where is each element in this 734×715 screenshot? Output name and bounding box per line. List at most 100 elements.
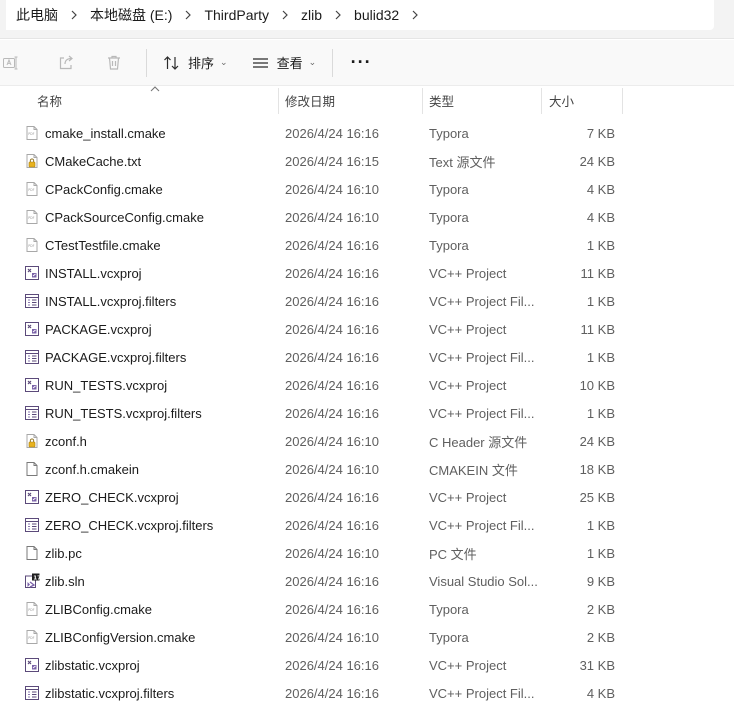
file-type: Typora: [429, 125, 469, 141]
file-name-cell[interactable]: PDF ZLIBConfig.cmake: [24, 595, 274, 623]
file-type: PC 文件: [429, 546, 477, 562]
column-header-type[interactable]: 类型: [429, 86, 539, 114]
file-name-cell[interactable]: 17 zlib.sln: [24, 567, 274, 595]
file-modified-date: 2026/4/24 16:16: [285, 237, 379, 253]
file-row[interactable]: INSTALL.vcxproj.filters 2026/4/24 16:16 VC…: [0, 287, 734, 315]
blank-file-icon: [24, 545, 40, 561]
file-name-cell[interactable]: PACKAGE.vcxproj: [24, 315, 274, 343]
filters-file-icon: [24, 405, 40, 421]
file-size: 1 KB: [586, 405, 615, 421]
file-row[interactable]: PDF CPackConfig.cmake 2026/4/24 16:10 Typor…: [0, 175, 734, 203]
chevron-right-icon[interactable]: [182, 0, 194, 30]
file-modified-date: 2026/4/24 16:16: [285, 685, 379, 701]
file-row[interactable]: INSTALL.vcxproj 2026/4/24 16:16 VC++ Proje…: [0, 259, 734, 287]
file-name-cell[interactable]: PDF ZLIBConfigVersion.cmake: [24, 623, 274, 651]
file-row[interactable]: CMakeCache.txt 2026/4/24 16:15 Text 源文件 24 …: [0, 147, 734, 175]
file-name: zconf.h: [45, 433, 87, 449]
file-type: Typora: [429, 629, 469, 645]
file-name-cell[interactable]: zlibstatic.vcxproj: [24, 651, 274, 679]
file-row[interactable]: ZERO_CHECK.vcxproj.filters 2026/4/24 16:1…: [0, 511, 734, 539]
file-row[interactable]: PDF CTestTestfile.cmake 2026/4/24 16:16 Typ…: [0, 231, 734, 259]
file-row[interactable]: RUN_TESTS.vcxproj 2026/4/24 16:16 VC++ Pro…: [0, 371, 734, 399]
file-row[interactable]: RUN_TESTS.vcxproj.filters 2026/4/24 16:16…: [0, 399, 734, 427]
file-row[interactable]: PACKAGE.vcxproj 2026/4/24 16:16 VC++ Proje…: [0, 315, 734, 343]
file-name-cell[interactable]: INSTALL.vcxproj.filters: [24, 287, 274, 315]
column-header-date[interactable]: 修改日期: [285, 86, 421, 114]
file-modified-date: 2026/4/24 16:16: [285, 517, 379, 533]
view-menu-button[interactable]: 查看 ⌄: [244, 46, 325, 80]
file-row[interactable]: zlib.pc 2026/4/24 16:10 PC 文件 1 KB: [0, 539, 734, 567]
breadcrumb-bulid32[interactable]: bulid32: [344, 0, 409, 30]
file-name-cell[interactable]: PACKAGE.vcxproj.filters: [24, 343, 274, 371]
file-modified-date: 2026/4/24 16:10: [285, 629, 379, 645]
breadcrumb-thirdparty[interactable]: ThirdParty: [194, 0, 279, 30]
file-type: VC++ Project: [429, 321, 507, 337]
file-name-cell[interactable]: RUN_TESTS.vcxproj.filters: [24, 399, 274, 427]
file-size: 10 KB: [579, 377, 615, 393]
chevron-right-icon[interactable]: [332, 0, 344, 30]
file-name-cell[interactable]: CMakeCache.txt: [24, 147, 274, 175]
column-divider[interactable]: [422, 88, 423, 114]
vertical-scrollbar[interactable]: [724, 86, 734, 715]
delete-icon[interactable]: [90, 46, 138, 80]
column-divider[interactable]: [278, 88, 279, 114]
file-name-cell[interactable]: PDF CPackConfig.cmake: [24, 175, 274, 203]
file-row[interactable]: PDF cmake_install.cmake 2026/4/24 16:16 Typ…: [0, 119, 734, 147]
file-row[interactable]: 17 zlib.sln 2026/4/24 16:16 Visual Studio S…: [0, 567, 734, 595]
sort-icon: [164, 55, 179, 70]
file-name: PACKAGE.vcxproj.filters: [45, 349, 187, 365]
file-row[interactable]: zconf.h.cmakein 2026/4/24 16:10 CMAKEIN 文件…: [0, 455, 734, 483]
rename-icon[interactable]: [0, 46, 22, 80]
file-name-cell[interactable]: PDF cmake_install.cmake: [24, 119, 274, 147]
typora-file-icon: PDF: [24, 601, 40, 617]
file-size: 18 KB: [579, 461, 615, 477]
column-header-size[interactable]: 大小: [549, 86, 619, 114]
chevron-right-icon[interactable]: [279, 0, 291, 30]
file-name-cell[interactable]: ZERO_CHECK.vcxproj.filters: [24, 511, 274, 539]
file-size: 25 KB: [579, 489, 615, 505]
file-size: 7 KB: [586, 125, 615, 141]
vcxproj-file-icon: [24, 377, 40, 393]
file-size: 4 KB: [586, 181, 615, 197]
file-type: Visual Studio Sol...: [429, 573, 537, 589]
file-row[interactable]: PDF CPackSourceConfig.cmake 2026/4/24 16:1…: [0, 203, 734, 231]
file-size: 1 KB: [586, 293, 615, 309]
breadcrumb: 此电脑 本地磁盘 (E:) ThirdParty zlib bulid32: [6, 0, 714, 30]
file-row[interactable]: PDF ZLIBConfig.cmake 2026/4/24 16:16 Typora…: [0, 595, 734, 623]
file-name-cell[interactable]: zlibstatic.vcxproj.filters: [24, 679, 274, 707]
file-name-cell[interactable]: ZERO_CHECK.vcxproj: [24, 483, 274, 511]
file-row[interactable]: zlibstatic.vcxproj 2026/4/24 16:16 VC++ Pr…: [0, 651, 734, 679]
typora-file-icon: PDF: [24, 629, 40, 645]
column-divider[interactable]: [541, 88, 542, 114]
more-options-button[interactable]: ···: [341, 46, 381, 80]
breadcrumb-zlib[interactable]: zlib: [291, 0, 332, 30]
chevron-right-icon[interactable]: [409, 0, 421, 30]
file-row[interactable]: zlibstatic.vcxproj.filters 2026/4/24 16:1…: [0, 679, 734, 707]
file-list: PDF cmake_install.cmake 2026/4/24 16:16 Typ…: [0, 119, 734, 707]
file-row[interactable]: ZERO_CHECK.vcxproj 2026/4/24 16:16 VC++ Pr…: [0, 483, 734, 511]
chevron-right-icon[interactable]: [68, 0, 80, 30]
breadcrumb-drive-e[interactable]: 本地磁盘 (E:): [80, 0, 182, 30]
file-name-cell[interactable]: zlib.pc: [24, 539, 274, 567]
file-row[interactable]: zconf.h 2026/4/24 16:10 C Header 源文件 24 KB: [0, 427, 734, 455]
column-divider[interactable]: [622, 88, 623, 114]
file-name-cell[interactable]: PDF CPackSourceConfig.cmake: [24, 203, 274, 231]
file-row[interactable]: PACKAGE.vcxproj.filters 2026/4/24 16:16 VC…: [0, 343, 734, 371]
file-name-cell[interactable]: zconf.h.cmakein: [24, 455, 274, 483]
file-name-cell[interactable]: INSTALL.vcxproj: [24, 259, 274, 287]
file-row[interactable]: PDF ZLIBConfigVersion.cmake 2026/4/24 16:1…: [0, 623, 734, 651]
file-name: CPackConfig.cmake: [45, 181, 163, 197]
file-modified-date: 2026/4/24 16:10: [285, 181, 379, 197]
sln-file-icon: 17: [24, 573, 41, 589]
file-modified-date: 2026/4/24 16:16: [285, 125, 379, 141]
file-size: 24 KB: [579, 433, 615, 449]
file-name-cell[interactable]: RUN_TESTS.vcxproj: [24, 371, 274, 399]
file-name-cell[interactable]: zconf.h: [24, 427, 274, 455]
typora-file-icon: PDF: [24, 181, 40, 197]
file-name-cell[interactable]: PDF CTestTestfile.cmake: [24, 231, 274, 259]
file-size: 4 KB: [586, 209, 615, 225]
sort-menu-button[interactable]: 排序 ⌄: [155, 46, 236, 80]
toolbar-divider: [146, 48, 147, 77]
breadcrumb-this-pc[interactable]: 此电脑: [6, 0, 68, 30]
share-icon[interactable]: [42, 46, 90, 80]
